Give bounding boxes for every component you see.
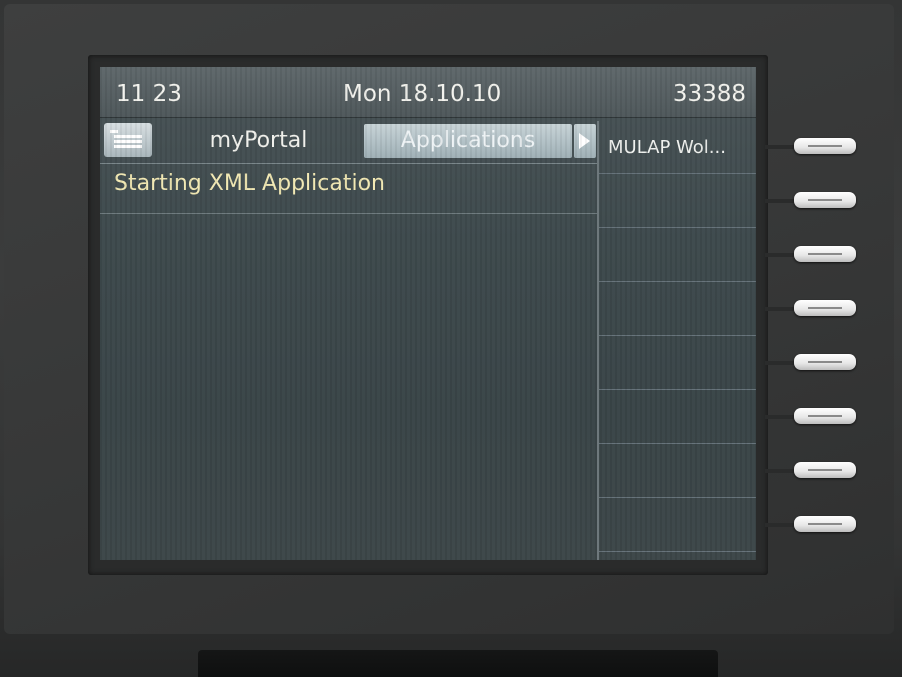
key-label-2[interactable] [599,175,756,228]
function-key-labels: MULAP Wol... [597,121,756,560]
function-key-4[interactable] [794,300,856,316]
key-label-7[interactable] [599,445,756,498]
key-label-4[interactable] [599,283,756,336]
status-bar: 11 23 Mon 18.10.10 33388 [100,67,756,118]
function-key-6[interactable] [794,408,856,424]
key-stem [765,523,797,527]
key-stem [765,307,797,311]
status-extension: 33388 [672,81,746,107]
key-stem [765,361,797,365]
phone-photo: 11 23 Mon 18.10.10 33388 myPortal Applic… [0,0,902,677]
key-stem [765,199,797,203]
status-time: 11 23 [116,81,182,107]
function-key-5[interactable] [794,354,856,370]
phone-display: 11 23 Mon 18.10.10 33388 myPortal Applic… [100,67,756,560]
tab-scroll-right[interactable] [574,124,596,158]
key-label-5[interactable] [599,337,756,390]
function-key-2[interactable] [794,192,856,208]
menu-icon-glyph [110,130,142,148]
key-label-3[interactable] [599,229,756,282]
tab-divider [100,163,597,164]
function-key-7[interactable] [794,462,856,478]
function-key-8[interactable] [794,516,856,532]
key-stem [765,145,797,149]
status-message: Starting XML Application [114,171,385,196]
key-label-6[interactable] [599,391,756,444]
status-date: Mon 18.10.10 [343,81,502,107]
tab-myportal[interactable]: myPortal [156,123,361,159]
function-key-1[interactable] [794,138,856,154]
tab-row: myPortal Applications [100,121,597,161]
menu-icon[interactable] [104,123,152,157]
message-divider [100,213,597,214]
key-label-8[interactable] [599,499,756,552]
tab-applications[interactable]: Applications [364,124,572,158]
phone-stand [198,650,718,677]
arrow-right-icon [579,133,590,149]
key-stem [765,415,797,419]
key-label-1[interactable]: MULAP Wol... [599,121,756,174]
function-key-3[interactable] [794,246,856,262]
key-stem [765,469,797,473]
key-stem [765,253,797,257]
